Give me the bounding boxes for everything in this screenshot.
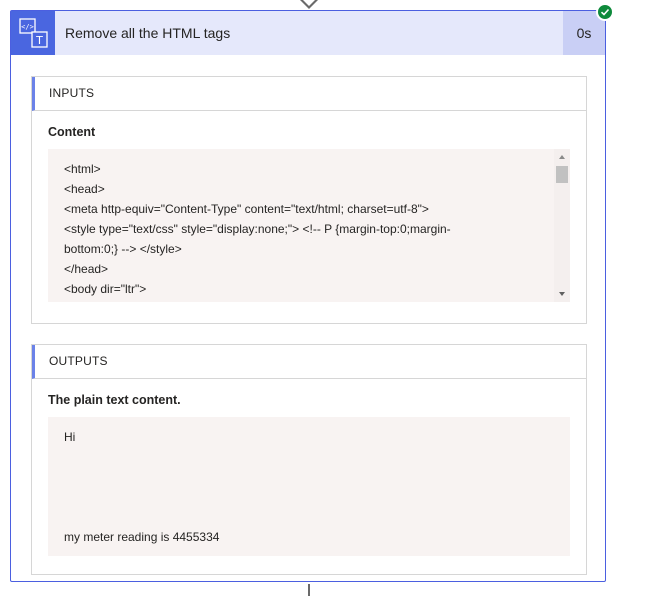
- outputs-section: OUTPUTS The plain text content. Hi my me…: [31, 344, 587, 575]
- code-line: <body dir="ltr">: [64, 282, 147, 296]
- svg-text:T: T: [35, 34, 43, 47]
- content-value-box[interactable]: <html> <head> <meta http-equiv="Content-…: [48, 149, 570, 302]
- plain-text-label: The plain text content.: [48, 393, 181, 407]
- flow-arrow-icon: [300, 0, 318, 9]
- content-scrollbar[interactable]: [554, 149, 570, 302]
- code-line: <meta http-equiv="Content-Type" content=…: [64, 202, 429, 216]
- output-line: my meter reading is 4455334: [64, 530, 220, 544]
- plain-text-value-box[interactable]: Hi my meter reading is 4455334: [48, 417, 570, 556]
- code-line: <head>: [64, 182, 105, 196]
- action-card: </> T Remove all the HTML tags 0s INPUTS…: [10, 10, 606, 582]
- code-line: </head>: [64, 262, 109, 276]
- flow-connector-out: [308, 584, 310, 596]
- code-line: <style type="text/css" style="display:no…: [64, 222, 451, 236]
- scroll-thumb[interactable]: [556, 166, 568, 183]
- action-title: Remove all the HTML tags: [65, 25, 231, 41]
- code-line: <html>: [64, 162, 101, 176]
- output-line: Hi: [64, 430, 76, 444]
- success-check-icon: [596, 3, 614, 21]
- inputs-section: INPUTS Content <html> <head> <meta http-…: [31, 76, 587, 324]
- svg-text:</>: </>: [21, 23, 34, 31]
- inputs-header[interactable]: INPUTS: [32, 77, 586, 111]
- html-to-text-icon: </> T: [11, 11, 55, 55]
- scroll-up-icon[interactable]: [559, 155, 565, 159]
- code-line: bottom:0;} --> </style>: [64, 242, 182, 256]
- content-label: Content: [48, 125, 96, 139]
- action-header[interactable]: </> T Remove all the HTML tags 0s: [11, 11, 605, 55]
- scroll-down-icon[interactable]: [559, 292, 565, 296]
- outputs-header[interactable]: OUTPUTS: [32, 345, 586, 379]
